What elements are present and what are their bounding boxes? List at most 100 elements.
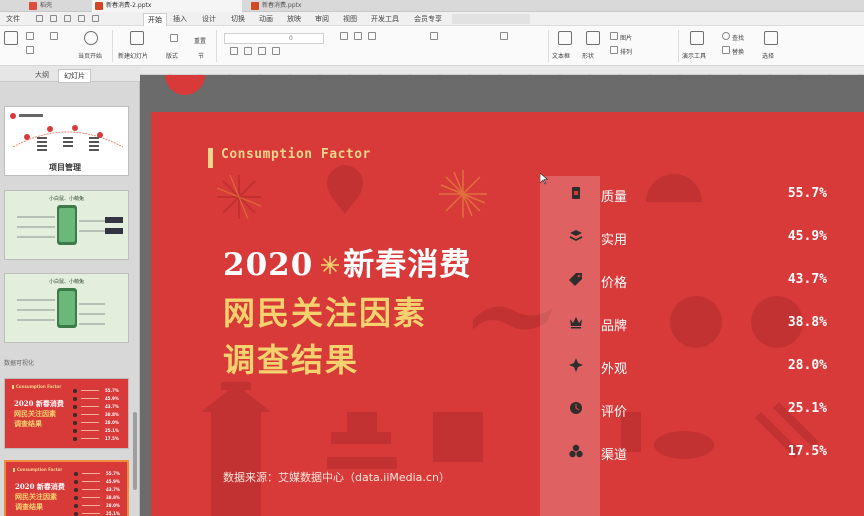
select-icon[interactable] (764, 31, 778, 45)
tab-label: 新春消费-2.pptx (106, 2, 152, 9)
tab-file-2[interactable]: 新春消费.pptx (248, 0, 368, 12)
picture-button[interactable]: 图片 (620, 33, 632, 42)
strikethrough-icon[interactable] (272, 47, 280, 55)
thumb-row-icon (73, 429, 77, 433)
layout-button[interactable]: 版式 (166, 51, 178, 60)
thumb-row-line (81, 390, 99, 391)
quality-icon (572, 187, 580, 199)
reset-button[interactable]: 重置 (194, 36, 206, 45)
textbox-icon[interactable] (558, 31, 572, 45)
menu-transition[interactable]: 切换 (227, 13, 249, 25)
redo-icon[interactable] (92, 15, 99, 22)
textbox-button[interactable]: 文本框 (552, 51, 570, 60)
text-direction-icon[interactable] (500, 32, 508, 40)
section-button[interactable]: 节 (198, 51, 204, 60)
select-button[interactable]: 选择 (762, 51, 774, 60)
thumb-row-value: 38.8% (105, 412, 119, 417)
arrange-button[interactable]: 排列 (620, 47, 632, 56)
thumb-row-value: 43.7% (106, 487, 120, 492)
underline-icon[interactable] (258, 47, 266, 55)
thumb-project-title: 项目管理 (49, 162, 81, 172)
thumb-row-line (81, 422, 99, 423)
align-center-icon[interactable] (354, 32, 362, 40)
menu-member[interactable]: 会员专享 (410, 13, 446, 25)
paste-icon[interactable] (4, 31, 18, 45)
horizontal-ruler (139, 66, 864, 81)
italic-icon[interactable] (244, 47, 252, 55)
thumb-row-line (82, 513, 100, 514)
play-icon[interactable] (84, 31, 98, 45)
find-icon[interactable] (722, 32, 730, 40)
save-icon[interactable] (36, 15, 43, 22)
line-spacing-icon[interactable] (430, 32, 438, 40)
preview-icon[interactable] (64, 15, 71, 22)
tab-outline[interactable]: 大纲 (30, 69, 54, 81)
menu-insert[interactable]: 插入 (169, 13, 191, 25)
new-slide-button[interactable]: 新建幻灯片 (118, 51, 148, 60)
presentation-tools-button[interactable]: 演示工具 (682, 51, 706, 60)
menu-animation[interactable]: 动画 (255, 13, 277, 25)
thumb-row-line (81, 414, 99, 415)
align-left-icon[interactable] (340, 32, 348, 40)
menu-review[interactable]: 审阅 (311, 13, 333, 25)
menu-slideshow[interactable]: 放映 (283, 13, 305, 25)
current-slide[interactable]: Consumption Factor 2020 新春消费 网民关注因素 调查结果… (151, 112, 864, 516)
tab-file-1[interactable]: 新春消费-2.pptx (92, 0, 242, 12)
presentation-tools-icon[interactable] (690, 31, 704, 45)
menu-design[interactable]: 设计 (198, 13, 220, 25)
find-button[interactable]: 查找 (732, 33, 744, 42)
replace-button[interactable]: 替换 (732, 47, 744, 56)
slide-thumbnail-phone-1[interactable]: 小白鼠、小萌兔 (4, 190, 129, 260)
menu-home[interactable]: 开始 (143, 13, 167, 26)
thumb-title-year: 2020 (14, 399, 34, 408)
thumb-row-line (82, 489, 100, 490)
slide-thumbnail-project[interactable]: 项目管理 (4, 106, 129, 176)
new-slide-icon[interactable] (130, 31, 144, 45)
menu-developer[interactable]: 开发工具 (367, 13, 403, 25)
thumb-row-value: 28.0% (106, 503, 120, 508)
tab-slides[interactable]: 幻灯片 (58, 69, 91, 83)
section-data-visualization[interactable]: 数据可视化 (4, 358, 34, 367)
document-tab-strip: 稻壳 新春消费-2.pptx 新春消费.pptx (0, 0, 864, 12)
panel-tabs: 大纲 幻灯片 (0, 66, 140, 83)
factor-label-channel: 渠道 (601, 448, 628, 463)
search-box[interactable] (452, 14, 530, 24)
panel-scrollbar[interactable] (133, 412, 137, 490)
thumb-title-year: 2020 (15, 482, 35, 491)
picture-icon[interactable] (610, 32, 618, 40)
review-icon (570, 402, 582, 414)
thumb-row-value: 38.8% (106, 495, 120, 500)
cut-icon[interactable] (26, 32, 34, 40)
slide-thumbnail-phone-2[interactable]: 小白鼠、小萌兔 (4, 273, 129, 343)
appearance-icon (569, 358, 583, 372)
ppt-file-icon (251, 2, 259, 10)
arrange-icon[interactable] (610, 46, 618, 54)
title-year: 2020 (223, 247, 314, 283)
factor-label-review: 评价 (601, 405, 628, 420)
font-size-field[interactable]: 0 (224, 33, 324, 44)
menu-file[interactable]: 文件 (2, 13, 24, 25)
print-icon[interactable] (50, 15, 57, 22)
tab-docer[interactable]: 稻壳 (26, 0, 86, 12)
layout-icon[interactable] (170, 34, 178, 42)
menu-view[interactable]: 视图 (339, 13, 361, 25)
slide-thumbnail-consumption-2-selected[interactable]: Consumption Factor 2020 新春消费 网民关注因素 调查结果… (4, 460, 129, 516)
thumb-row-line (82, 473, 100, 474)
thumb-row-icon (74, 504, 78, 508)
align-right-icon[interactable] (368, 32, 376, 40)
play-from-current-button[interactable]: 当页开始 (78, 51, 102, 60)
copy-icon[interactable] (26, 46, 34, 54)
slide-thumbnail-consumption-1[interactable]: Consumption Factor 2020 新春消费 网民关注因素 调查结果… (4, 378, 129, 449)
format-painter-icon[interactable] (50, 32, 58, 40)
menu-bar: 文件 开始 插入 设计 切换 动画 放映 审阅 视图 开发工具 会员专享 (0, 12, 864, 26)
bold-icon[interactable] (230, 47, 238, 55)
factor-label-brand: 品牌 (601, 319, 628, 334)
mouse-cursor-icon (540, 173, 548, 185)
docer-icon (29, 2, 37, 10)
shape-icon[interactable] (586, 31, 600, 45)
replace-icon[interactable] (722, 46, 730, 54)
undo-icon[interactable] (78, 15, 85, 22)
thumb-row-line (81, 406, 99, 407)
price-tag-icon (569, 273, 582, 286)
shape-button[interactable]: 形状 (582, 51, 594, 60)
